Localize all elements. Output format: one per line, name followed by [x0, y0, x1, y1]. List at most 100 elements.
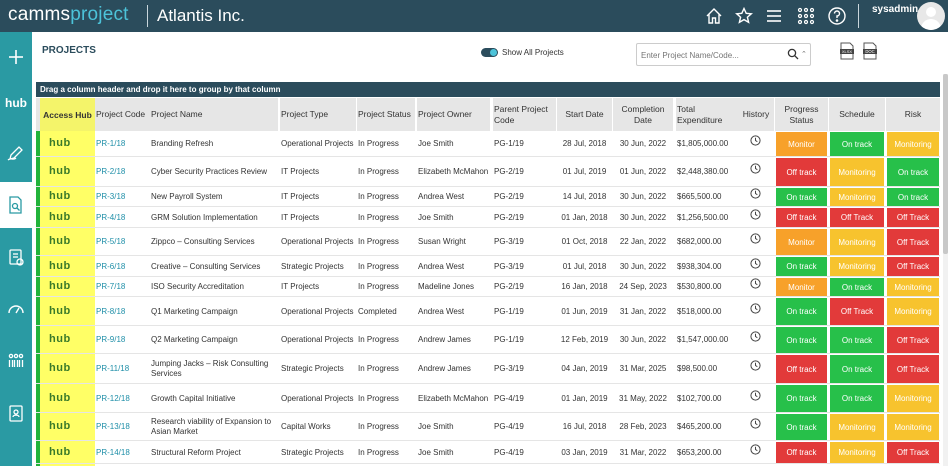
help-icon[interactable] — [827, 6, 847, 26]
home-icon[interactable] — [704, 6, 724, 26]
edit-icon[interactable] — [0, 130, 32, 176]
access-hub-link[interactable]: hub — [49, 211, 71, 223]
dashboard-gauge-icon[interactable] — [0, 286, 32, 332]
project-code-link[interactable]: PR-8/18 — [96, 297, 149, 326]
cell-status: In Progress — [358, 237, 399, 246]
column-header-status[interactable]: Project Status — [357, 98, 415, 131]
project-code-link[interactable]: PR-6/18 — [96, 256, 149, 277]
project-code-link[interactable]: PR-4/18 — [96, 207, 149, 228]
cell-type: Operational Projects — [281, 393, 354, 403]
cell-name: Zippco – Consulting Services — [151, 237, 255, 246]
cell-owner: Elizabeth McMahon — [418, 393, 489, 403]
history-clock-icon[interactable] — [750, 163, 761, 174]
star-icon[interactable] — [734, 6, 754, 26]
history-clock-icon[interactable] — [750, 302, 761, 314]
group-by-bar[interactable]: Drag a column header and drop it here to… — [36, 82, 940, 97]
export-xlsx-label: XLSX — [842, 49, 853, 54]
chevron-down-icon[interactable]: ⌃ — [801, 50, 807, 58]
column-header-history[interactable]: History — [738, 98, 774, 131]
access-hub-link[interactable]: hub — [49, 165, 71, 177]
cell-type: Operational Projects — [281, 335, 354, 344]
cell-completion: 24 Sep, 2023 — [619, 282, 667, 291]
column-header-access-hub[interactable]: Access Hub — [40, 98, 95, 131]
column-header-completion[interactable]: Completion Date — [613, 98, 673, 131]
column-header-code[interactable]: Project Code — [95, 98, 150, 131]
document-search-icon[interactable] — [0, 182, 32, 228]
cell-owner: Susan Wright — [418, 237, 466, 246]
column-header-risk[interactable]: Risk — [886, 98, 940, 131]
access-hub-link[interactable]: hub — [49, 420, 71, 432]
project-code-link[interactable]: PR-12/18 — [96, 384, 149, 413]
access-hub-link[interactable]: hub — [49, 280, 71, 292]
column-header-spacer — [36, 98, 40, 131]
access-hub-link[interactable]: hub — [49, 260, 71, 272]
column-header-type[interactable]: Project Type — [280, 98, 356, 131]
access-hub-link[interactable]: hub — [49, 392, 71, 404]
column-header-name[interactable]: Project Name — [150, 98, 278, 131]
history-clock-icon[interactable] — [750, 443, 761, 455]
history-clock-icon[interactable] — [750, 257, 761, 269]
people-icon[interactable] — [0, 338, 32, 384]
app-logo[interactable]: cammsproject — [8, 4, 129, 26]
cell-type: Capital Works — [281, 422, 331, 431]
cell-expenditure: $102,700.00 — [677, 393, 722, 403]
project-code-link[interactable]: PR-2/18 — [96, 157, 149, 187]
history-clock-icon[interactable] — [750, 418, 761, 429]
column-header-parent[interactable]: Parent Project Code — [493, 98, 556, 131]
menu-icon[interactable] — [764, 6, 784, 26]
hub-icon[interactable]: hub — [0, 80, 32, 126]
project-code-link[interactable]: PR-5/18 — [96, 228, 149, 256]
history-clock-icon[interactable] — [750, 135, 761, 146]
column-header-progress[interactable]: Progress Status — [775, 98, 828, 131]
column-header-start[interactable]: Start Date — [557, 98, 612, 131]
cell-owner: Andrea West — [418, 261, 465, 271]
export-xlsx-icon[interactable]: XLSX — [840, 42, 854, 60]
project-search-input[interactable] — [641, 48, 781, 62]
cell-completion: 30 Jun, 2022 — [619, 335, 667, 344]
project-code-link[interactable]: PR-13/18 — [96, 413, 149, 441]
column-header-expenditure[interactable]: Total Expenditure — [676, 98, 738, 131]
status-badge-schedule: Off Track — [830, 208, 884, 227]
cell-parent: PG-2/19 — [494, 167, 524, 176]
username[interactable]: sysadmin — [872, 4, 918, 15]
cell-status: In Progress — [358, 139, 399, 148]
access-hub-link[interactable]: hub — [49, 235, 71, 247]
history-clock-icon[interactable] — [750, 331, 761, 342]
column-header-owner[interactable]: Project Owner — [417, 98, 490, 131]
show-all-projects-toggle[interactable] — [481, 48, 498, 57]
project-code-link[interactable]: PR-11/18 — [96, 354, 149, 384]
add-icon[interactable] — [0, 34, 32, 80]
avatar[interactable] — [917, 2, 945, 30]
project-code-link[interactable]: PR-9/18 — [96, 326, 149, 354]
status-badge-risk: Off Track — [887, 327, 939, 353]
history-clock-icon[interactable] — [750, 208, 761, 220]
project-code-link[interactable]: PR-3/18 — [96, 187, 149, 207]
vertical-scrollbar[interactable] — [943, 74, 948, 466]
access-hub-link[interactable]: hub — [49, 333, 71, 345]
history-clock-icon[interactable] — [750, 188, 761, 199]
access-hub-link[interactable]: hub — [49, 446, 71, 458]
access-hub-link[interactable]: hub — [49, 190, 71, 202]
cell-expenditure: $530,800.00 — [677, 282, 722, 291]
company-name: Atlantis Inc. — [157, 6, 245, 25]
history-clock-icon[interactable] — [750, 360, 761, 371]
project-code-link[interactable]: PR-7/18 — [96, 277, 149, 297]
access-hub-link[interactable]: hub — [49, 362, 71, 374]
history-clock-icon[interactable] — [750, 233, 761, 244]
project-code-link[interactable]: PR-14/18 — [96, 441, 149, 464]
export-doc-icon[interactable]: DOC — [863, 42, 877, 60]
project-code-link[interactable]: PR-1/18 — [96, 131, 149, 157]
logo-divider — [147, 5, 148, 27]
history-clock-icon[interactable] — [750, 389, 761, 401]
contacts-icon[interactable] — [0, 390, 32, 436]
apps-grid-icon[interactable] — [796, 6, 816, 26]
column-header-schedule[interactable]: Schedule — [829, 98, 885, 131]
cell-parent: PG-3/19 — [494, 237, 524, 246]
search-icon[interactable] — [787, 48, 799, 60]
report-icon[interactable] — [0, 234, 32, 280]
cell-expenditure: $682,000.00 — [677, 237, 722, 246]
access-hub-link[interactable]: hub — [49, 137, 71, 149]
access-hub-link[interactable]: hub — [49, 305, 71, 317]
sidebar: hub — [0, 32, 32, 466]
history-clock-icon[interactable] — [750, 278, 761, 289]
